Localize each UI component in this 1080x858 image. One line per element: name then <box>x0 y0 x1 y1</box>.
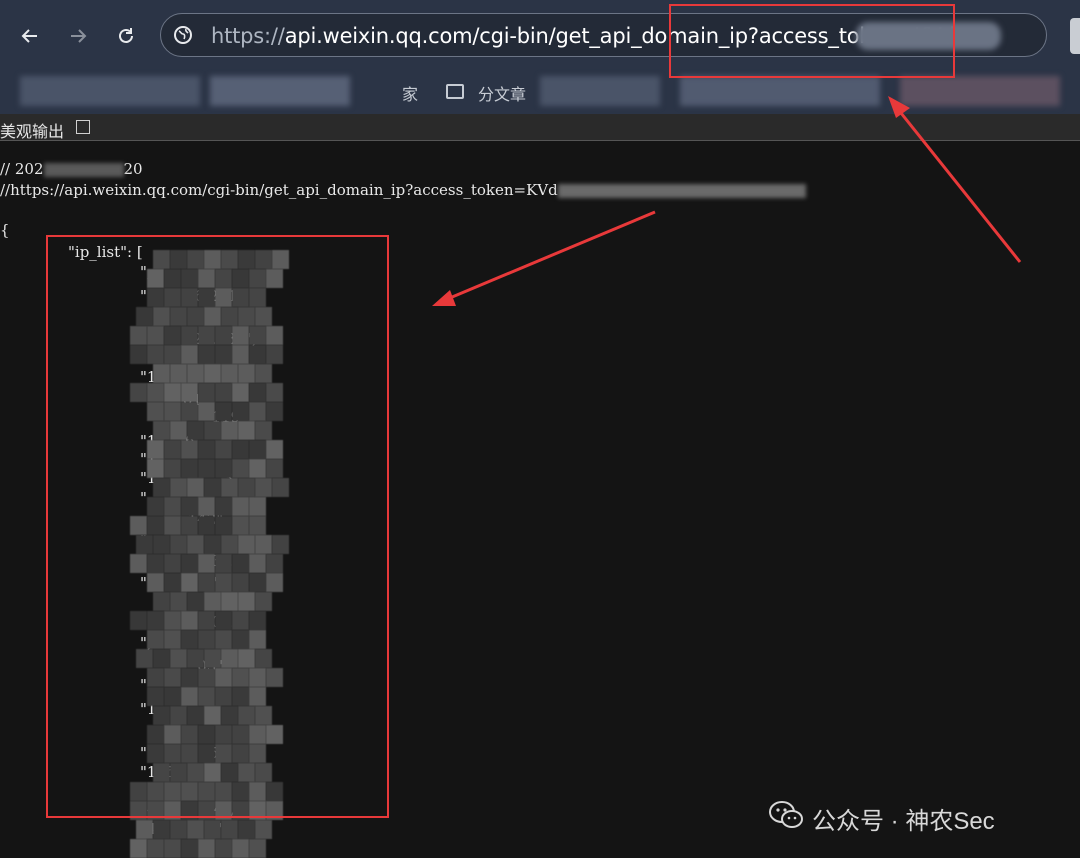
watermark-text: 公众号 · 神农Sec <box>812 808 995 835</box>
watermark: 公众号 · 神农Sec <box>768 800 995 837</box>
arrow-line-to-ip-list <box>444 210 656 302</box>
wechat-icon <box>768 800 804 837</box>
arrow-line-to-url <box>895 107 1022 263</box>
arrow-head-to-url <box>888 96 910 118</box>
annotation-arrows <box>432 96 1022 306</box>
arrow-head-to-ip-list <box>432 290 456 306</box>
